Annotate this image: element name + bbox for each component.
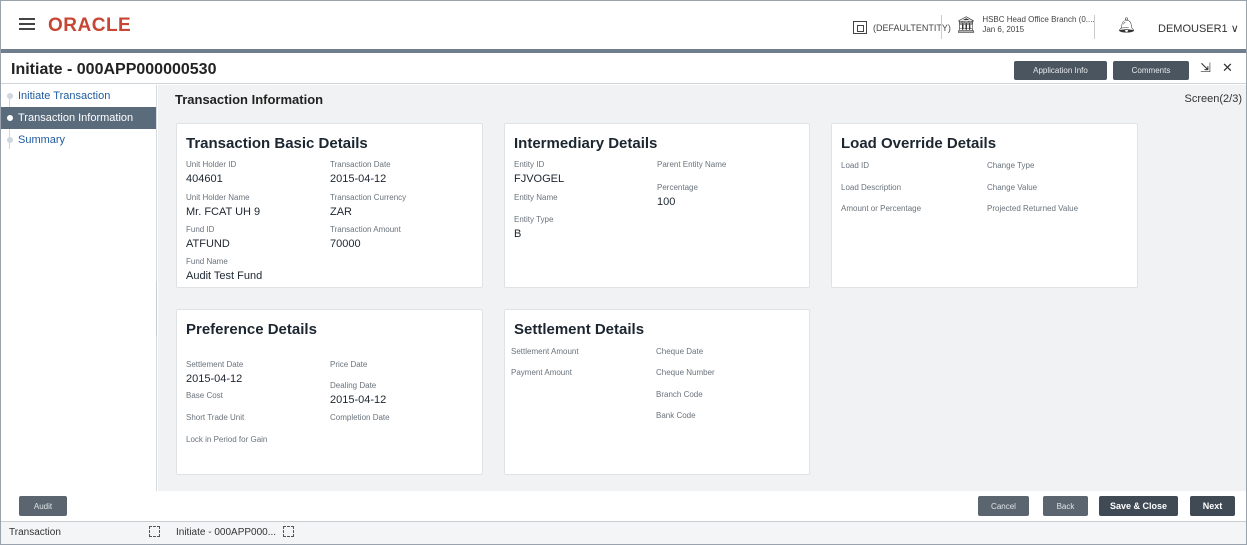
collapse-icon[interactable]: ⇲: [1200, 60, 1211, 76]
percentage-label: Percentage: [657, 183, 698, 192]
comments-button[interactable]: Comments: [1113, 61, 1189, 80]
bank-code-label: Bank Code: [656, 411, 696, 420]
save-and-close-button[interactable]: Save & Close: [1099, 496, 1178, 516]
percentage-value: 100: [657, 196, 676, 208]
card-title: Intermediary Details: [514, 135, 658, 152]
app-window: ORACLE (DEFAULTENTITY) 🏛 HSBC Head Offic…: [0, 0, 1247, 545]
dealing-date-value: 2015-04-12: [330, 394, 387, 406]
transaction-amount-value: 70000: [330, 238, 361, 250]
card-title: Preference Details: [186, 321, 317, 338]
sidebar-item-summary[interactable]: Summary: [1, 129, 156, 151]
action-bar: Audit Cancel Back Save & Close Next: [1, 491, 1246, 521]
lock-in-period-label: Lock in Period for Gain: [186, 435, 268, 444]
task-tab-transaction[interactable]: Transaction: [9, 527, 61, 538]
settlement-date-value: 2015-04-12: [186, 373, 243, 385]
unit-holder-id-label: Unit Holder ID: [186, 160, 237, 169]
top-header: ORACLE (DEFAULTENTITY) 🏛 HSBC Head Offic…: [1, 1, 1246, 53]
section-title: Transaction Information: [175, 92, 324, 107]
building-icon: [853, 21, 867, 34]
entity-name-label: Entity Name: [514, 193, 558, 202]
step-dot-icon: [7, 137, 13, 143]
transaction-currency-label: Transaction Currency: [330, 193, 407, 202]
intermediary-details-card: Intermediary Details Entity ID FJVOGEL P…: [504, 123, 810, 288]
amount-or-percentage-label: Amount or Percentage: [841, 204, 922, 213]
unit-holder-id-value: 404601: [186, 173, 223, 185]
cheque-number-label: Cheque Number: [656, 368, 715, 377]
task-tab-initiate[interactable]: Initiate - 000APP000...: [176, 527, 276, 538]
sidebar-item-initiate-transaction[interactable]: Initiate Transaction: [1, 85, 156, 107]
page-title-bar: Initiate - 000APP000000530 Application I…: [1, 57, 1246, 84]
sidebar-item-label: Summary: [18, 134, 66, 146]
unit-holder-name-label: Unit Holder Name: [186, 193, 250, 202]
entity-selector[interactable]: (DEFAULTENTITY): [853, 21, 951, 34]
expand-icon[interactable]: [283, 526, 294, 537]
sidebar-item-transaction-information[interactable]: Transaction Information: [1, 107, 156, 129]
transaction-date-value: 2015-04-12: [330, 173, 387, 185]
main-content: Transaction Information Screen(2/3) Tran…: [158, 85, 1246, 491]
transaction-currency-value: ZAR: [330, 206, 352, 218]
load-id-label: Load ID: [841, 161, 870, 170]
payment-amount-label: Payment Amount: [511, 368, 572, 377]
settlement-amount-label: Settlement Amount: [511, 347, 579, 356]
sidebar-item-label: Initiate Transaction: [18, 90, 111, 102]
dealing-date-label: Dealing Date: [330, 381, 377, 390]
application-info-button[interactable]: Application Info: [1014, 61, 1107, 80]
change-type-label: Change Type: [987, 161, 1035, 170]
fund-name-label: Fund Name: [186, 257, 228, 266]
header-divider: [1094, 15, 1095, 39]
fund-name-value: Audit Test Fund: [186, 270, 263, 282]
settlement-details-card: Settlement Details Settlement Amount Che…: [504, 309, 810, 475]
entity-id-label: Entity ID: [514, 160, 545, 169]
oracle-logo: ORACLE: [48, 15, 132, 36]
hamburger-menu-icon[interactable]: [19, 18, 35, 30]
expand-icon[interactable]: [149, 526, 160, 537]
back-button[interactable]: Back: [1043, 496, 1088, 516]
transaction-amount-label: Transaction Amount: [330, 225, 401, 234]
bell-icon[interactable]: 🔔︎: [1117, 16, 1136, 34]
transaction-basic-details-card: Transaction Basic Details Unit Holder ID…: [176, 123, 483, 288]
branch-selector[interactable]: 🏛 HSBC Head Office Branch (0.... Jan 6, …: [956, 15, 1095, 35]
wizard-sidebar: Initiate Transaction Transaction Informa…: [1, 85, 157, 491]
transaction-date-label: Transaction Date: [330, 160, 391, 169]
parent-entity-name-label: Parent Entity Name: [657, 160, 727, 169]
unit-holder-name-value: Mr. FCAT UH 9: [186, 206, 261, 218]
change-value-label: Change Value: [987, 183, 1038, 192]
entity-id-value: FJVOGEL: [514, 173, 565, 185]
short-trade-unit-label: Short Trade Unit: [186, 413, 245, 422]
completion-date-label: Completion Date: [330, 413, 390, 422]
entity-type-value: B: [514, 228, 522, 240]
next-button[interactable]: Next: [1190, 496, 1235, 516]
load-override-details-card: Load Override Details Load ID Change Typ…: [831, 123, 1138, 288]
branch-name: HSBC Head Office Branch (0....: [982, 15, 1095, 24]
preference-details-card: Preference Details Settlement Date 2015-…: [176, 309, 483, 475]
screen-indicator: Screen(2/3): [1184, 93, 1242, 105]
sidebar-item-label: Transaction Information: [18, 112, 134, 124]
header-divider: [941, 15, 942, 39]
card-title: Transaction Basic Details: [186, 135, 368, 152]
card-title: Load Override Details: [841, 135, 997, 152]
entity-label: (DEFAULTENTITY): [873, 22, 951, 33]
step-dot-icon: [7, 93, 13, 99]
bottom-task-bar: Transaction Initiate - 000APP000...: [1, 521, 1246, 544]
entity-type-label: Entity Type: [514, 215, 554, 224]
fund-id-value: ATFUND: [186, 238, 230, 250]
base-cost-label: Base Cost: [186, 391, 223, 400]
cancel-button[interactable]: Cancel: [978, 496, 1029, 516]
card-title: Settlement Details: [514, 321, 645, 338]
page-title: Initiate - 000APP000000530: [11, 61, 217, 78]
branch-code-label: Branch Code: [656, 390, 703, 399]
branch-date: Jan 6, 2015: [982, 25, 1025, 34]
audit-button[interactable]: Audit: [19, 496, 67, 516]
bank-icon: 🏛: [956, 17, 977, 34]
close-icon[interactable]: ✕: [1222, 60, 1233, 76]
projected-returned-value-label: Projected Returned Value: [987, 204, 1079, 213]
load-description-label: Load Description: [841, 183, 902, 192]
price-date-label: Price Date: [330, 360, 368, 369]
settlement-date-label: Settlement Date: [186, 360, 244, 369]
step-dot-icon: [7, 115, 13, 121]
cheque-date-label: Cheque Date: [656, 347, 704, 356]
fund-id-label: Fund ID: [186, 225, 215, 234]
user-menu[interactable]: DEMOUSER1 ∨: [1158, 22, 1239, 35]
